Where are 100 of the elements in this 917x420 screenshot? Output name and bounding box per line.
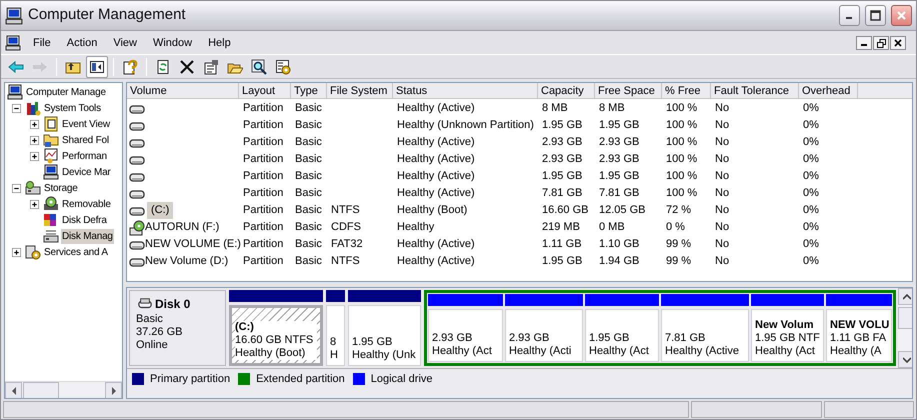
scroll-right-button[interactable] bbox=[105, 382, 122, 398]
collapse-icon[interactable] bbox=[12, 184, 21, 192]
close-button[interactable] bbox=[890, 36, 906, 50]
table-cell-text: 1.95 GB bbox=[542, 169, 582, 184]
drive-label[interactable]: AUTORUN (F:) bbox=[145, 219, 220, 236]
drive-label[interactable]: NEW VOLUME (E:) bbox=[145, 236, 241, 253]
partition-block[interactable]: NEW VOLU 1.11 GB FA Healthy (A bbox=[826, 309, 892, 362]
computer-icon bbox=[5, 6, 23, 24]
tree-item[interactable]: Computer Manage bbox=[25, 84, 107, 100]
tree-item[interactable]: Removable bbox=[61, 196, 112, 212]
table-cell-text: Basic bbox=[295, 152, 322, 168]
legend-label: Primary partition bbox=[150, 372, 230, 387]
table-cell-text: 219 MB bbox=[542, 220, 580, 236]
table-cell-text: Healthy (Active) bbox=[397, 254, 475, 270]
table-cell-text: 8 MB bbox=[599, 101, 625, 116]
table-cell-text: 16.60 GB bbox=[542, 203, 588, 218]
table-cell-text: 0% bbox=[803, 101, 819, 116]
menu-item[interactable]: Window bbox=[144, 34, 200, 52]
drive-label[interactable]: New Volume (D:) bbox=[145, 253, 228, 270]
table-cell-text: Partition bbox=[243, 118, 284, 134]
tree-item[interactable]: Services and A bbox=[43, 244, 109, 260]
scroll-thumb[interactable] bbox=[23, 382, 59, 398]
table-cell-text: 0% bbox=[803, 186, 819, 202]
column-header[interactable]: Layout bbox=[239, 83, 291, 99]
column-header[interactable]: Status bbox=[393, 83, 538, 99]
expand-icon[interactable] bbox=[12, 248, 21, 256]
partition-block[interactable]: 1.95 GB Healthy (Unk bbox=[348, 305, 421, 366]
table-cell-text: No bbox=[715, 152, 730, 168]
table-cell-text: 100 % bbox=[666, 118, 698, 134]
cd-drive-icon bbox=[129, 220, 145, 236]
menu-item[interactable]: Help bbox=[200, 34, 239, 52]
settings-icon bbox=[275, 58, 291, 74]
table-cell-text: No bbox=[715, 169, 730, 184]
table-cell-text: Basic bbox=[295, 101, 322, 116]
partition-status: Healthy (Active bbox=[665, 345, 740, 358]
properties-icon bbox=[203, 58, 219, 74]
tree-item[interactable]: Disk Manag bbox=[61, 228, 114, 244]
computer-icon bbox=[5, 35, 21, 51]
table-cell-text: 100 % bbox=[666, 152, 698, 168]
scroll-left-button[interactable] bbox=[5, 382, 22, 398]
partition-block[interactable]: 7.81 GB Healthy (Active bbox=[661, 309, 749, 362]
column-header[interactable]: File System bbox=[327, 83, 393, 99]
scroll-up-button[interactable] bbox=[898, 288, 912, 305]
scroll-down-button[interactable] bbox=[898, 351, 912, 368]
collapse-icon[interactable] bbox=[12, 104, 21, 112]
column-header[interactable]: % Free bbox=[662, 83, 711, 99]
partition-block[interactable]: 1.95 GB Healthy (Act bbox=[585, 309, 659, 362]
scroll-thumb[interactable] bbox=[898, 307, 912, 329]
table-cell-text: 0 MB bbox=[599, 220, 625, 236]
table-cell-text: 1.10 GB bbox=[599, 237, 640, 252]
tree-item[interactable]: Event View bbox=[61, 116, 111, 132]
tree-item[interactable]: Shared Fol bbox=[61, 132, 110, 148]
table-cell-text: 99 % bbox=[666, 254, 692, 270]
tree-item[interactable]: Storage bbox=[43, 180, 79, 196]
partition-size: 1.11 GB FA bbox=[830, 332, 888, 345]
partition-block[interactable]: New Volum 1.95 GB NTF Healthy (Act bbox=[751, 309, 824, 362]
partition-block[interactable]: 8 H bbox=[326, 305, 345, 366]
tree-item[interactable]: Performan bbox=[61, 148, 108, 164]
table-cell-text: 1.94 GB bbox=[599, 254, 640, 270]
table-cell-text: Basic bbox=[295, 220, 322, 236]
tree-item[interactable]: Device Mar bbox=[61, 164, 112, 180]
partition-size: 1.95 GB bbox=[352, 336, 394, 349]
show-tree-button[interactable] bbox=[86, 56, 108, 78]
restore-button[interactable] bbox=[873, 36, 889, 50]
column-header[interactable]: Type bbox=[291, 83, 327, 99]
table-cell-text: Healthy (Active) bbox=[397, 101, 475, 116]
table-cell-text: Partition bbox=[243, 135, 284, 150]
table-cell-text: Healthy (Active) bbox=[397, 169, 475, 184]
column-header[interactable]: Free Space bbox=[595, 83, 662, 99]
partition-block[interactable]: 2.93 GB Healthy (Act bbox=[428, 309, 503, 362]
column-header[interactable]: Capacity bbox=[538, 83, 595, 99]
event-log-icon bbox=[43, 116, 59, 132]
expand-icon[interactable] bbox=[30, 200, 39, 208]
table-cell-text: Basic bbox=[295, 135, 322, 150]
partition-size: 2.93 GB bbox=[432, 332, 474, 345]
expand-icon[interactable] bbox=[30, 120, 39, 128]
column-header[interactable]: Overhead bbox=[799, 83, 858, 99]
partition-block[interactable]: 2.93 GB Healthy (Acti bbox=[505, 309, 583, 362]
menu-item[interactable]: View bbox=[105, 34, 145, 52]
drive-label[interactable]: (C:) bbox=[147, 202, 174, 219]
minimize-button[interactable] bbox=[839, 5, 860, 26]
table-cell-text: 72 % bbox=[666, 203, 692, 218]
table-cell-text: 0% bbox=[803, 254, 819, 270]
column-header[interactable]: Fault Tolerance bbox=[711, 83, 799, 99]
menu-item[interactable]: Action bbox=[58, 34, 106, 52]
tree-item[interactable]: Disk Defra bbox=[61, 212, 108, 228]
tree-item[interactable]: System Tools bbox=[43, 100, 102, 116]
expand-icon[interactable] bbox=[30, 152, 39, 160]
header-filler bbox=[858, 83, 912, 99]
maximize-button[interactable] bbox=[865, 5, 886, 26]
table-cell-text: 12.05 GB bbox=[599, 203, 646, 218]
table-cell-text: 2.93 GB bbox=[599, 135, 640, 150]
table-cell-text: No bbox=[715, 237, 730, 252]
minimize-button[interactable] bbox=[856, 36, 872, 50]
menu-item[interactable]: File bbox=[25, 34, 59, 52]
partition-block[interactable]: (C:) 16.60 GB NTFS Healthy (Boot) bbox=[229, 305, 323, 366]
expand-icon[interactable] bbox=[30, 136, 39, 144]
column-header[interactable]: Volume bbox=[127, 83, 239, 99]
table-cell-text: Basic bbox=[295, 169, 322, 184]
partition-size: 16.60 GB NTFS bbox=[235, 334, 317, 347]
